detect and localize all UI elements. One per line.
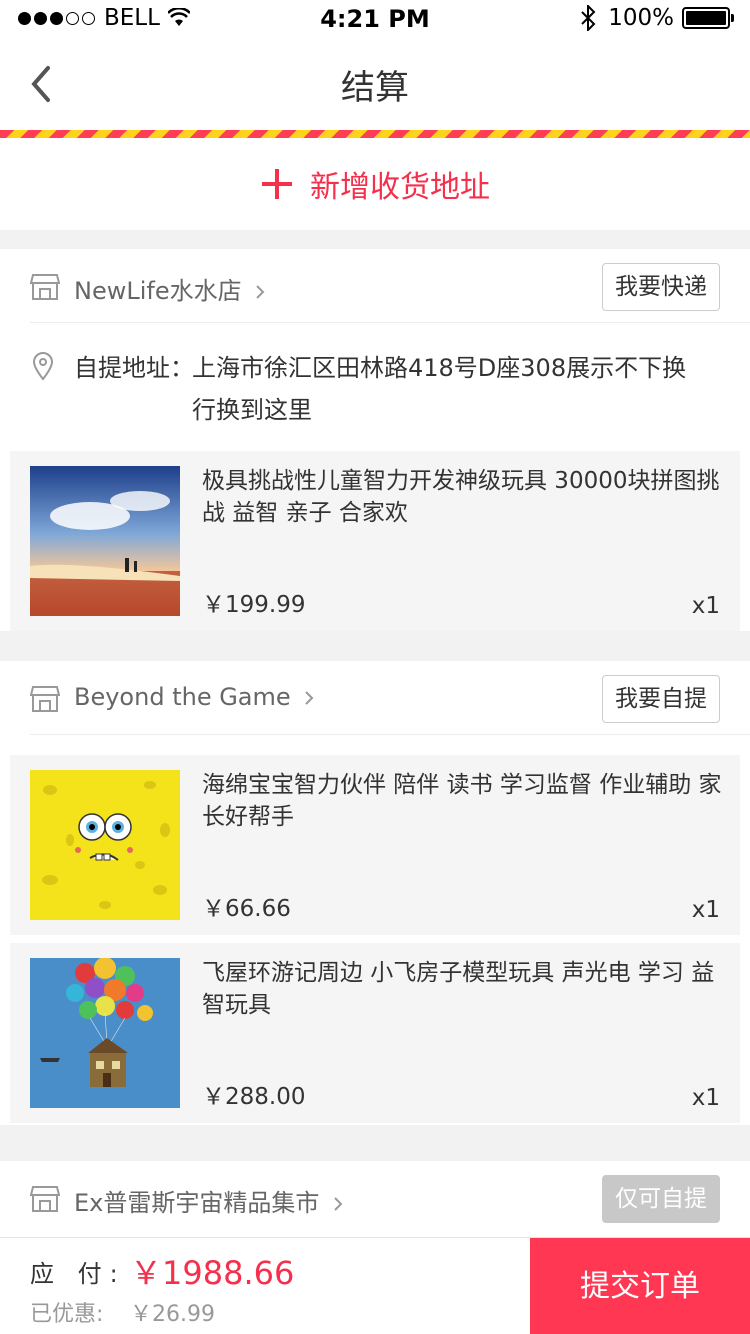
store-icon — [30, 1186, 60, 1212]
product-price: ￥288.00 — [202, 1084, 306, 1110]
plus-icon — [262, 169, 292, 199]
pickup-address-value: 上海市徐汇区田林路418号D座308展示不下换行换到这里 — [192, 354, 687, 424]
battery-percent: 100% — [608, 5, 674, 31]
shop-section: Ex普雷斯宇宙精品集市 仅可自提 — [0, 1161, 750, 1237]
shop-section: Beyond the Game 我要自提 海绵宝宝智力伙伴 陪伴 读书 学习监督… — [0, 661, 750, 1125]
chevron-right-icon — [256, 285, 265, 299]
amount-due-label: 应 付: — [30, 1260, 126, 1288]
checkout-bar: 应 付: ￥1988.66 已优惠: ￥26.99 提交订单 — [0, 1237, 750, 1334]
bluetooth-icon — [581, 5, 596, 31]
pickup-address: 自提地址： 上海市徐汇区田林路418号D座308展示不下换行换到这里 — [0, 323, 750, 451]
shop-header: Ex普雷斯宇宙精品集市 仅可自提 — [30, 1161, 750, 1235]
delivery-toggle-button[interactable]: 我要快递 — [602, 263, 720, 311]
product-image-spongebob — [30, 770, 180, 920]
shop-name: Beyond the Game — [74, 683, 291, 711]
add-address-button[interactable]: 新增收货地址 — [0, 138, 750, 230]
product-quantity: x1 — [691, 897, 720, 923]
shop-name: Ex普雷斯宇宙精品集市 — [74, 1189, 320, 1217]
shop-name: NewLife水水店 — [74, 277, 242, 305]
store-icon — [30, 686, 60, 712]
shop-header: NewLife水水店 我要快递 — [30, 249, 750, 323]
submit-order-button[interactable]: 提交订单 — [530, 1238, 750, 1334]
battery-icon — [682, 7, 734, 29]
envelope-stripe-divider — [0, 130, 750, 138]
add-address-label: 新增收货地址 — [310, 170, 490, 205]
pickup-toggle-button[interactable]: 我要自提 — [602, 675, 720, 723]
chevron-right-icon — [334, 1197, 343, 1211]
product-price: ￥66.66 — [202, 896, 291, 922]
shop-name-link[interactable]: Beyond the Game — [74, 683, 314, 711]
product-price: ￥199.99 — [202, 592, 306, 618]
cart-item[interactable]: 海绵宝宝智力伙伴 陪伴 读书 学习监督 作业辅助 家长好帮手 ￥66.66 x1 — [10, 755, 740, 935]
pickup-only-button: 仅可自提 — [602, 1175, 720, 1223]
shop-header: Beyond the Game 我要自提 — [30, 661, 750, 735]
cart-item[interactable]: 极具挑战性儿童智力开发神级玩具 30000块拼图挑战 益智 亲子 合家欢 ￥19… — [10, 451, 740, 631]
chevron-right-icon — [305, 691, 314, 705]
amount-due-value: ￥1988.66 — [130, 1254, 295, 1292]
product-quantity: x1 — [691, 593, 720, 619]
status-bar: BELL 4:21 PM 100% — [0, 0, 750, 40]
store-icon — [30, 274, 60, 300]
product-image-sky-scene — [30, 466, 180, 616]
product-title: 极具挑战性儿童智力开发神级玩具 30000块拼图挑战 益智 亲子 合家欢 — [202, 468, 720, 526]
product-quantity: x1 — [691, 1085, 720, 1111]
page-title: 结算 — [341, 68, 409, 108]
shop-name-link[interactable]: Ex普雷斯宇宙精品集市 — [74, 1183, 343, 1218]
navigation-bar: 结算 — [0, 40, 750, 130]
product-title: 海绵宝宝智力伙伴 陪伴 读书 学习监督 作业辅助 家长好帮手 — [202, 772, 722, 830]
discount-label: 已优惠: — [30, 1302, 104, 1327]
product-title: 飞屋环游记周边 小飞房子模型玩具 声光电 学习 益智玩具 — [202, 960, 715, 1018]
cart-item[interactable]: 飞屋环游记周边 小飞房子模型玩具 声光电 学习 益智玩具 ￥288.00 x1 — [10, 943, 740, 1123]
shop-name-link[interactable]: NewLife水水店 — [74, 271, 265, 306]
product-image-up-house — [30, 958, 180, 1108]
discount-value: ￥26.99 — [130, 1302, 215, 1327]
pickup-label: 自提地址： — [74, 354, 194, 382]
location-pin-icon — [32, 352, 54, 381]
shop-section: NewLife水水店 我要快递 自提地址： 上海市徐汇区田林路418号D座308… — [0, 249, 750, 631]
